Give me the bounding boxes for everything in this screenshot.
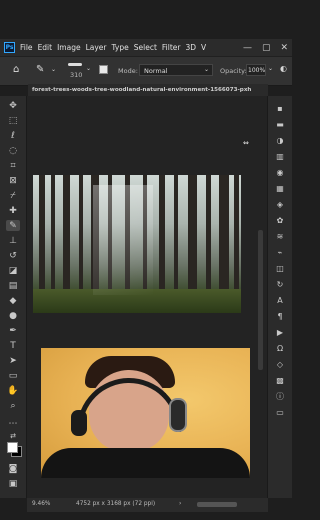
close-button[interactable]: ✕: [280, 43, 288, 53]
color-icon[interactable]: ◈: [273, 198, 287, 210]
paths-icon[interactable]: ⌁: [273, 246, 287, 258]
document-tab[interactable]: forest-trees-woods-tree-woodland-natural…: [28, 84, 268, 96]
eraser-icon[interactable]: ◪: [6, 265, 20, 276]
window-controls: — ▢ ✕: [243, 39, 288, 56]
mode-chevron-icon: ⌄: [203, 66, 209, 73]
brushes-icon[interactable]: ✿: [273, 214, 287, 226]
adjustments-icon[interactable]: ◑: [273, 134, 287, 146]
brush-preset-icon[interactable]: ✎: [36, 64, 44, 75]
stamp-icon[interactable]: ⊥: [6, 235, 20, 246]
brush-menu-chevron-icon[interactable]: ⌄: [86, 65, 91, 72]
brush-tip-preview[interactable]: [68, 63, 82, 66]
menu-view[interactable]: V: [201, 43, 206, 52]
photoshop-logo[interactable]: Ps: [4, 42, 15, 53]
healing-icon[interactable]: ✚: [6, 205, 20, 216]
gradient-icon[interactable]: ▤: [6, 280, 20, 291]
type-icon[interactable]: T: [6, 340, 20, 351]
webcam-overlay: [41, 348, 250, 478]
swatches-icon[interactable]: ▦: [273, 182, 287, 194]
horizontal-scrollbar[interactable]: [197, 502, 237, 507]
menu-file[interactable]: File: [20, 43, 33, 52]
glyphs-icon[interactable]: Ω: [273, 342, 287, 354]
path-select-icon[interactable]: ➤: [6, 355, 20, 366]
opacity-input[interactable]: 100%: [246, 64, 266, 76]
swap-colors-icon[interactable]: ⇄: [6, 430, 20, 441]
info-icon[interactable]: ⓘ: [273, 390, 287, 402]
history-brush-icon[interactable]: ↺: [6, 250, 20, 261]
shirt: [41, 448, 250, 478]
menu-type[interactable]: Type: [112, 43, 129, 52]
menu-image[interactable]: Image: [57, 43, 81, 52]
headphone-right: [169, 398, 187, 432]
move-icon[interactable]: ✥: [6, 100, 20, 111]
frame-icon[interactable]: ⊠: [6, 175, 20, 186]
maximize-button[interactable]: ▢: [262, 43, 271, 53]
quick-mask-icon[interactable]: ◙: [6, 463, 20, 474]
foreground-color-swatch[interactable]: [7, 442, 18, 453]
headphone-left: [71, 410, 87, 436]
libraries-icon[interactable]: ▥: [273, 150, 287, 162]
status-menu-chevron-icon[interactable]: ›: [179, 500, 181, 507]
character-icon[interactable]: A: [273, 294, 287, 306]
brush-icon[interactable]: ✎: [6, 220, 20, 231]
panels-dock: ▪ ▬ ◑ ▥ ◉ ▦ ◈ ✿ ≋ ⌁ ◫ ↻ A ¶ ▶ Ω ◇ ▩ ⓘ ▭: [267, 96, 292, 498]
rectangle-icon[interactable]: ▭: [6, 370, 20, 381]
pen-icon[interactable]: ✒: [6, 325, 20, 336]
document-info[interactable]: 4752 px x 3168 px (72 ppi): [76, 501, 155, 507]
menu-filter[interactable]: Filter: [162, 43, 181, 52]
menu-bar: Ps File Edit Image Layer Type Select Fil…: [0, 39, 292, 56]
lasso-icon[interactable]: ℓ: [6, 130, 20, 141]
cursor-indicator: ⇔: [243, 139, 249, 147]
menu-select[interactable]: Select: [134, 43, 157, 52]
options-bar: ⌂ ✎ ⌄ 310 ⌄ Mode: Normal ⌄ Opacity: 100%…: [0, 56, 292, 86]
mode-select[interactable]: Normal ⌄: [139, 64, 213, 76]
zoom-level[interactable]: 9.46%: [32, 501, 50, 507]
brush-size-value[interactable]: 310: [70, 71, 82, 79]
quick-select-icon[interactable]: ◌: [6, 145, 20, 156]
screen-mode-icon[interactable]: ▣: [6, 478, 20, 489]
layers-icon[interactable]: ◫: [273, 262, 287, 274]
channels-icon[interactable]: ≋: [273, 230, 287, 242]
timeline-icon[interactable]: ▭: [273, 406, 287, 418]
tools-panel: ✥ ⬚ ℓ ◌ ⌗ ⊠ ⌿ ✚ ✎ ⊥ ↺ ◪ ▤ ◆ ● ✒ T ➤ ▭ ✋ …: [0, 96, 27, 498]
shapes-icon[interactable]: ◇: [273, 358, 287, 370]
opacity-label: Opacity:: [220, 67, 247, 75]
status-bar: 9.46% 4752 px x 3168 px (72 ppi) ›: [27, 498, 268, 512]
dodge-icon[interactable]: ●: [6, 310, 20, 321]
menu-edit[interactable]: Edit: [38, 43, 53, 52]
zoom-icon[interactable]: ⌕: [6, 400, 20, 411]
styles-icon[interactable]: ◉: [273, 166, 287, 178]
properties-icon[interactable]: ▪: [273, 102, 287, 114]
hand-icon[interactable]: ✋: [6, 385, 20, 396]
comments-icon[interactable]: ▬: [273, 118, 287, 130]
opacity-chevron-icon[interactable]: ⌄: [268, 65, 273, 72]
history-icon[interactable]: ↻: [273, 278, 287, 290]
crop-icon[interactable]: ⌗: [6, 160, 20, 171]
home-icon[interactable]: ⌂: [13, 64, 19, 75]
blur-icon[interactable]: ◆: [6, 295, 20, 306]
minimize-button[interactable]: —: [243, 43, 252, 53]
colors-icon[interactable]: [7, 442, 22, 457]
more-tools-icon[interactable]: ⋯: [6, 418, 20, 429]
chevron-down-icon[interactable]: ⌄: [51, 66, 56, 73]
actions-icon[interactable]: ▶: [273, 326, 287, 338]
patterns-icon[interactable]: ▩: [273, 374, 287, 386]
mode-value: Normal: [144, 67, 168, 75]
paragraph-icon[interactable]: ¶: [273, 310, 287, 322]
menu-layer[interactable]: Layer: [86, 43, 107, 52]
opacity-value: 100%: [248, 67, 266, 74]
forest-image: [33, 175, 241, 313]
menu-3d[interactable]: 3D: [185, 43, 196, 52]
mode-label: Mode:: [118, 67, 138, 75]
pressure-opacity-icon[interactable]: ◐: [280, 64, 287, 73]
brush-settings-icon[interactable]: [99, 65, 108, 74]
vertical-scrollbar[interactable]: [258, 230, 263, 370]
eyedropper-icon[interactable]: ⌿: [6, 190, 20, 201]
marquee-icon[interactable]: ⬚: [6, 115, 20, 126]
